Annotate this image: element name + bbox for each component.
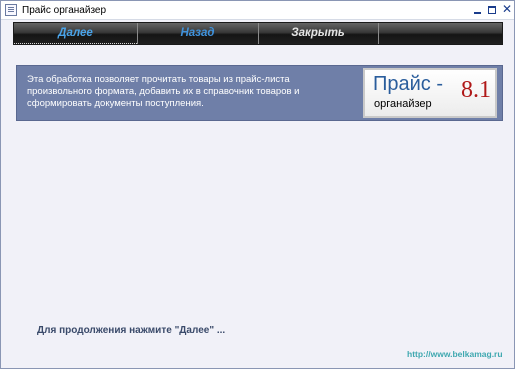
- close-window-button[interactable]: ✕: [500, 3, 514, 17]
- maximize-button[interactable]: [485, 3, 499, 17]
- maximize-icon: [488, 6, 496, 14]
- product-logo: Прайс - органайзер 8.1: [363, 68, 497, 118]
- logo-version: 8.1: [461, 77, 491, 103]
- continue-prompt: Для продолжения нажмите "Далее" ...: [37, 325, 226, 336]
- title-bar[interactable]: Прайс органайзер ✕: [1, 1, 514, 20]
- window-title: Прайс органайзер: [22, 5, 107, 16]
- main-window: Прайс органайзер ✕ Далее Назад Закрыть Э…: [0, 0, 515, 369]
- minimize-icon: [473, 12, 481, 14]
- logo-title: Прайс -: [373, 73, 444, 95]
- next-button[interactable]: Далее: [14, 23, 137, 44]
- info-description: Эта обработка позволяет прочитать товары…: [27, 74, 300, 109]
- close-button[interactable]: Закрыть: [258, 23, 378, 44]
- app-window-icon: [5, 4, 17, 16]
- website-link[interactable]: http://www.belkamag.ru: [407, 349, 503, 359]
- info-panel: Эта обработка позволяет прочитать товары…: [16, 65, 503, 121]
- wizard-toolbar: Далее Назад Закрыть: [13, 22, 503, 45]
- minimize-button[interactable]: [470, 3, 484, 17]
- back-button[interactable]: Назад: [137, 23, 258, 44]
- toolbar-divider: [378, 23, 379, 44]
- logo-subtitle: органайзер: [374, 98, 432, 110]
